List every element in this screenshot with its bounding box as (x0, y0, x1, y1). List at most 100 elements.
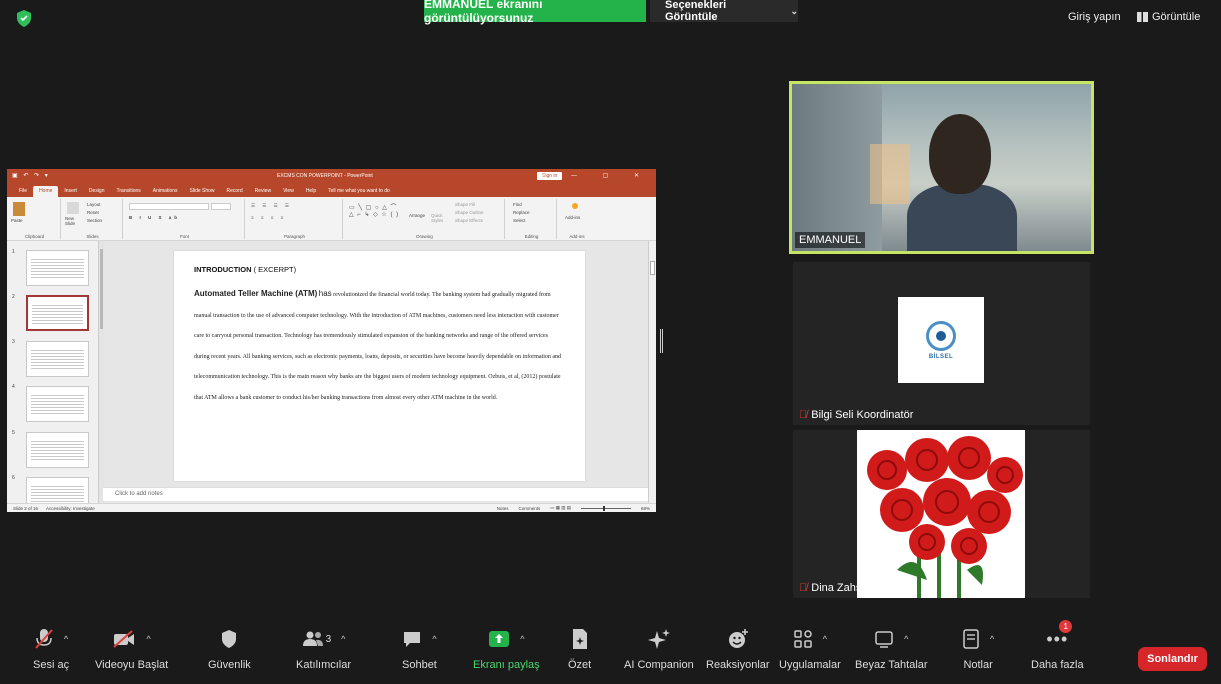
find-button[interactable]: Find (513, 202, 522, 207)
ppt-tab-view[interactable]: View (277, 188, 300, 197)
ai-companion-button[interactable]: AI Companion (624, 624, 694, 671)
summary-label: Özet (568, 659, 592, 671)
shared-screen-powerpoint[interactable]: ▣ ↶ ↷ ▾ EXCMS CON POWERPOINT - PowerPoin… (7, 169, 656, 512)
video-options-caret[interactable]: ^ (146, 634, 150, 644)
ppt-tab-design[interactable]: Design (83, 188, 111, 197)
ppt-tab-transitions[interactable]: Transitions (111, 188, 147, 197)
slide-thumbnail[interactable] (26, 432, 89, 468)
chat-bubble-icon (404, 632, 421, 647)
meeting-toolbar: ^ Sesi aç ^ Videoyu Başlat Güvenlik 3 ^ … (0, 620, 1221, 684)
apps-button[interactable]: ^ Uygulamalar (779, 624, 841, 671)
add-ins-icon[interactable] (572, 203, 578, 209)
chevron-down-icon: ⌄ (790, 5, 798, 16)
split-drag-handle[interactable] (660, 329, 663, 353)
ppt-tab-review[interactable]: Review (249, 188, 277, 197)
ppt-doc-title: EXCMS CON POWERPOINT - PowerPoint (277, 173, 373, 179)
zoom-level[interactable]: 68% (641, 506, 650, 511)
mute-button[interactable]: ^ Sesi aç (33, 624, 69, 671)
chat-options-caret[interactable]: ^ (432, 634, 436, 644)
new-slide-icon[interactable] (67, 202, 79, 214)
whiteboard-icon (875, 631, 893, 648)
quick-styles-button[interactable]: Quick Styles (431, 213, 449, 223)
slide-scrollbar[interactable] (648, 241, 656, 503)
view-button[interactable]: Görüntüle (1137, 11, 1200, 23)
sign-in-link[interactable]: Giriş yapın (1068, 11, 1121, 23)
start-video-button[interactable]: ^ Videoyu Başlat (95, 624, 168, 671)
shape-fill-button[interactable]: Shape Fill (455, 202, 475, 207)
font-size-select[interactable] (211, 203, 231, 210)
participants-label: Katılımcılar (296, 659, 352, 671)
ppt-tab-record[interactable]: Record (221, 188, 249, 197)
slide-lead-term: Automated Teller Machine (ATM) (194, 289, 318, 298)
view-mode-icons[interactable]: ▭ ▦ ▥ ▤ (550, 505, 571, 511)
share-options-caret[interactable]: ^ (520, 634, 524, 644)
shapes-gallery-icon[interactable]: ▭ ╲ ▢ ○ △ ⌒ (349, 202, 398, 211)
more-button[interactable]: ••• 1 Daha fazla (1031, 620, 1084, 671)
video-tile-bilsel[interactable]: BİLSEL 🎙̸ Bilgi Seli Koordinatör (793, 262, 1090, 425)
notes-toggle[interactable]: Notes (497, 506, 509, 511)
font-format-icons[interactable]: B I U S ab (129, 215, 180, 220)
ppt-tab-file[interactable]: File (13, 188, 33, 197)
add-ins-button[interactable]: Add-ins (565, 215, 580, 220)
ppt-tab-animations[interactable]: Animations (147, 188, 184, 197)
reset-button[interactable]: Reset (87, 210, 99, 215)
slide-thumbnail[interactable] (26, 250, 89, 286)
participant-label: 🎙̸ Bilgi Seli Koordinatör (799, 409, 913, 421)
ppt-tab-help[interactable]: Help (300, 188, 322, 197)
whiteboards-button[interactable]: ^ Beyaz Tahtalar (855, 624, 928, 671)
paragraph-list-icons[interactable]: ☰ ☰ ☰ ☰ (251, 203, 292, 209)
shape-outline-button[interactable]: Shape Outline (455, 210, 484, 215)
participant-name: Bilgi Seli Koordinatör (811, 409, 914, 421)
notes-options-caret[interactable]: ^ (990, 634, 994, 644)
slide-title: INTRODUCTION ( EXCERPT) (194, 265, 565, 274)
notes-button[interactable]: ^ Notlar (962, 624, 994, 671)
arrange-button[interactable]: Arrange (409, 213, 425, 218)
accessibility-status[interactable]: Accessibility: Investigate (46, 506, 95, 511)
shield-icon (222, 630, 237, 648)
paste-icon[interactable] (13, 202, 25, 216)
notes-field[interactable]: Click to add notes (103, 487, 648, 501)
shapes-gallery-row2-icon[interactable]: △ ⌐ ↳ ◇ ☆ ( ) (349, 211, 399, 218)
slide-thumbnail-pane[interactable]: 1 2 3 4 5 6 (7, 241, 104, 512)
section-button[interactable]: Section (87, 218, 102, 223)
comments-toggle[interactable]: Comments (518, 506, 540, 511)
encryption-shield-icon[interactable] (16, 10, 32, 27)
share-screen-button[interactable]: ^ Ekranı paylaş (473, 624, 540, 671)
reactions-button[interactable]: Reaksiyonlar (706, 624, 770, 671)
mute-options-caret[interactable]: ^ (64, 634, 68, 644)
slide-count: Slide 2 of 16 (13, 505, 39, 511)
mute-label: Sesi aç (33, 659, 70, 671)
window-controls-icon[interactable]: ▭ — ▢ ✕ (540, 172, 651, 179)
ppt-tell-me[interactable]: Tell me what you want to do (322, 188, 396, 197)
ppt-tab-insert[interactable]: Insert (58, 188, 83, 197)
ppt-tab-slideshow[interactable]: Slide Show (184, 188, 221, 197)
summary-button[interactable]: Özet (568, 624, 591, 671)
paste-label[interactable]: Paste (11, 218, 23, 223)
chat-button[interactable]: ^ Sohbet (402, 624, 437, 671)
slide-thumbnail-selected[interactable] (26, 295, 89, 331)
ai-sparkle-icon (647, 629, 670, 649)
font-name-select[interactable] (129, 203, 209, 210)
slide-canvas[interactable]: INTRODUCTION ( EXCERPT) Automated Teller… (174, 251, 585, 481)
select-button[interactable]: Select (513, 218, 526, 223)
shape-effects-button[interactable]: Shape Effects (455, 218, 483, 223)
participants-options-caret[interactable]: ^ (341, 634, 345, 644)
replace-button[interactable]: Replace (513, 210, 530, 215)
video-tile-dina[interactable]: 🎙̸ Dina Zahşan (793, 430, 1090, 598)
slide-thumbnail[interactable] (26, 341, 89, 377)
ppt-tab-home[interactable]: Home (33, 186, 59, 197)
new-slide-label[interactable]: New Slide (65, 216, 85, 226)
paragraph-align-icons[interactable]: ≡ ≡ ≡ ≡ (251, 215, 286, 220)
zoom-slider[interactable] (580, 505, 631, 511)
view-options-dropdown[interactable]: Seçenekleri Görüntüle ⌄ (650, 0, 798, 23)
slide-lead-rest: has (318, 289, 332, 298)
apps-options-caret[interactable]: ^ (823, 634, 827, 644)
security-button[interactable]: Güvenlik (208, 624, 251, 671)
video-tile-active-speaker[interactable]: EMMANUEL (789, 81, 1094, 254)
slide-thumbnail[interactable] (26, 386, 89, 422)
thumbnail-scrollbar[interactable] (98, 241, 104, 503)
participants-button[interactable]: 3 ^ Katılımcılar (296, 624, 351, 671)
whiteboard-options-caret[interactable]: ^ (904, 634, 908, 644)
layout-button[interactable]: Layout (87, 202, 101, 207)
end-meeting-button[interactable]: Sonlandır (1138, 647, 1207, 671)
